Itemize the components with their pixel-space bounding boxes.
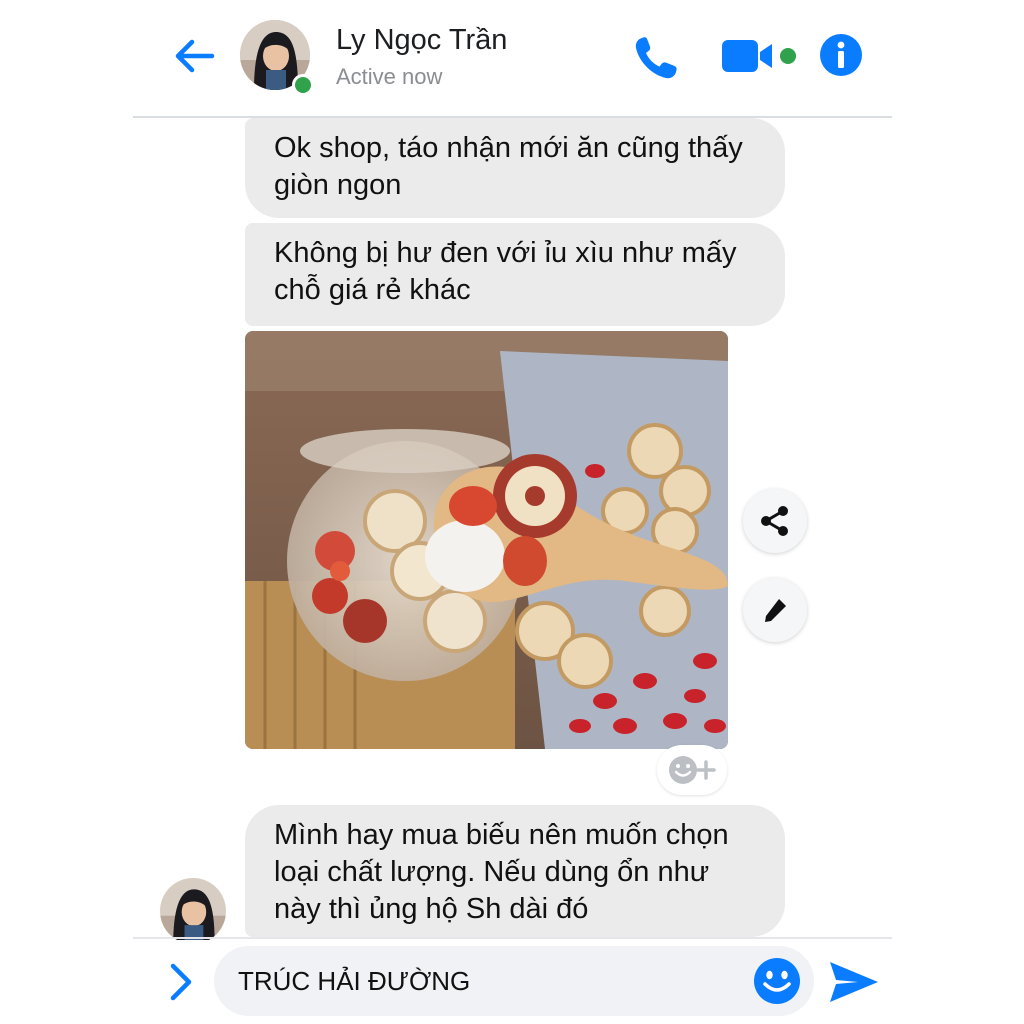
- sender-avatar[interactable]: [160, 878, 226, 940]
- message-input[interactable]: [214, 946, 814, 1016]
- back-button[interactable]: [168, 30, 220, 82]
- send-icon: [830, 962, 878, 1002]
- add-reaction-button[interactable]: [657, 745, 727, 795]
- chevron-right-icon: [170, 963, 192, 1001]
- video-call-button[interactable]: [718, 34, 802, 78]
- back-arrow-icon: [175, 39, 215, 73]
- message-bubble[interactable]: Không bị hư đen với ỉu xìu như mấy chỗ g…: [245, 223, 785, 326]
- phone-icon: [635, 37, 677, 79]
- info-icon: [820, 34, 862, 76]
- photo-message[interactable]: [245, 331, 728, 749]
- expand-actions-button[interactable]: [165, 958, 197, 1006]
- emoji-button[interactable]: [752, 956, 802, 1006]
- pencil-icon: [765, 599, 786, 622]
- edit-photo-button[interactable]: [743, 578, 807, 642]
- online-status-dot: [292, 74, 314, 96]
- share-photo-button[interactable]: [743, 489, 807, 553]
- contact-avatar[interactable]: [240, 20, 314, 96]
- active-status: Active now: [336, 64, 443, 89]
- conversation-info-button[interactable]: [818, 32, 864, 78]
- composer-divider: [133, 937, 892, 939]
- avatar-image: [160, 878, 226, 940]
- send-button[interactable]: [826, 958, 880, 1006]
- smiley-icon: [754, 958, 800, 1004]
- share-icon: [761, 506, 788, 536]
- message-bubble[interactable]: Mình hay mua biếu nên muốn chọn loại chấ…: [245, 805, 785, 937]
- add-reaction-icon: [669, 756, 716, 784]
- message-bubble[interactable]: Ok shop, táo nhận mới ăn cũng thấy giòn …: [245, 118, 785, 218]
- audio-call-button[interactable]: [628, 30, 684, 86]
- contact-name: Ly Ngọc Trần: [336, 24, 508, 56]
- jujube-tea-photo: [245, 331, 728, 749]
- video-camera-icon: [722, 40, 796, 72]
